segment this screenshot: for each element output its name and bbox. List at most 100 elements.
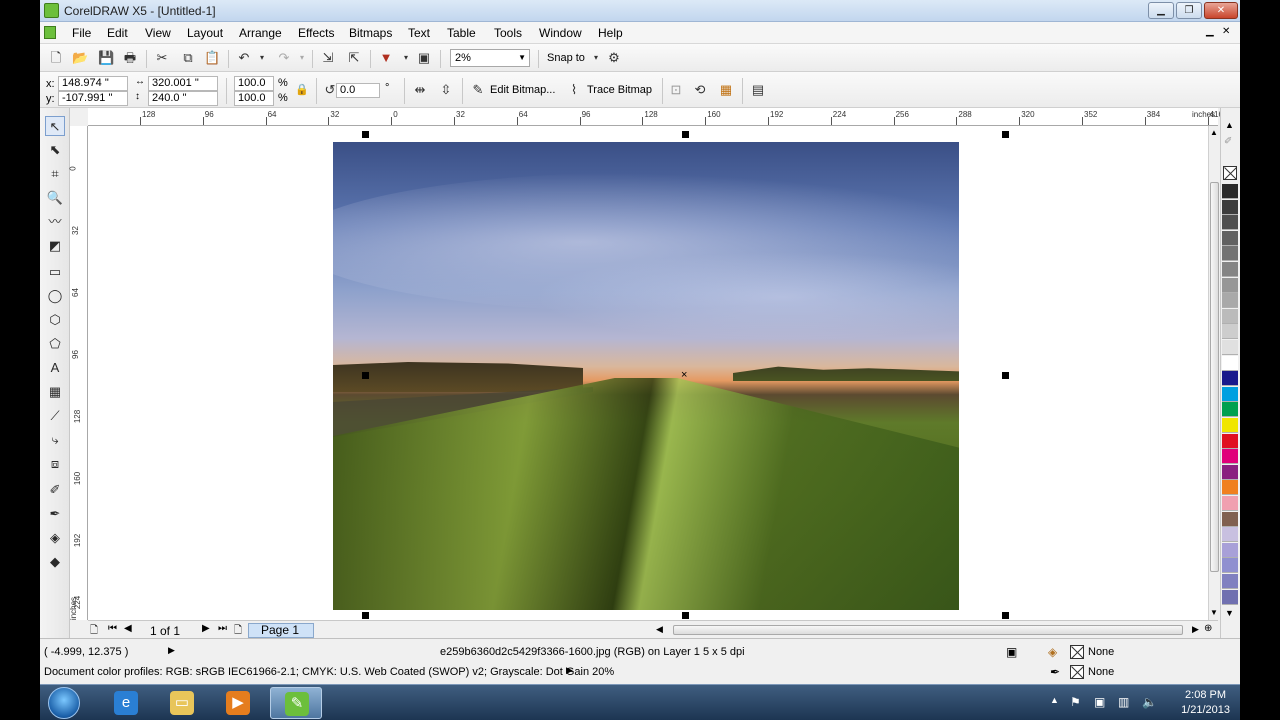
previous-page-icon[interactable]: ◀ <box>124 623 132 634</box>
horizontal-ruler[interactable]: 128 96 64 32 0 32 64 96 128 160 192 224 256 288 320 352… <box>88 108 1223 126</box>
outline-pen-tool-icon[interactable]: ✒ <box>45 504 65 524</box>
zoom-level-combo[interactable]: 2% ▼ <box>450 49 530 67</box>
color-profiles-info[interactable]: Document color profiles: RGB: sRGB IEC61… <box>44 666 614 678</box>
ellipse-tool-icon[interactable]: ◯ <box>45 286 65 306</box>
doc-close-icon[interactable]: ✕ <box>1222 26 1230 37</box>
selection-handle-left[interactable] <box>362 372 369 379</box>
mirror-vertical-icon[interactable]: ⇳ <box>438 82 454 98</box>
height-field[interactable]: 240.0 " <box>148 91 218 106</box>
scroll-right-icon[interactable]: ▶ <box>1192 624 1199 635</box>
width-field[interactable]: 320.001 " <box>148 76 218 91</box>
color-swatch[interactable] <box>1222 199 1238 215</box>
color-swatch[interactable] <box>1222 215 1238 231</box>
selection-handle-bottom[interactable] <box>682 612 689 619</box>
application-launcher-icon[interactable]: ▼ <box>378 50 394 66</box>
palette-scroll-up-icon[interactable]: ▲ <box>1225 120 1234 130</box>
rectangle-tool-icon[interactable]: ▭ <box>45 262 65 282</box>
color-swatch[interactable] <box>1222 308 1238 324</box>
print-icon[interactable]: 🖶 <box>122 50 138 66</box>
trace-bitmap-button[interactable]: Trace Bitmap <box>587 84 652 96</box>
open-folder-icon[interactable]: 📂 <box>72 50 88 66</box>
y-position-field[interactable]: -107.991 " <box>58 91 128 106</box>
horizontal-scrollbar-thumb[interactable] <box>673 625 1183 635</box>
vertical-scrollbar[interactable]: ▲ ▼ <box>1208 126 1220 620</box>
navigator-zoom-icon[interactable]: ⊕ <box>1204 623 1212 634</box>
new-document-icon[interactable]: 🗋 <box>48 50 64 66</box>
menu-table[interactable]: Table <box>447 26 476 40</box>
start-button[interactable] <box>48 687 80 719</box>
edit-bitmap-button[interactable]: Edit Bitmap... <box>490 84 555 96</box>
color-profiles-expand-icon[interactable]: ▶ <box>566 665 573 676</box>
crop-tool-icon[interactable]: ⌗ <box>45 164 65 184</box>
undo-dropdown-icon[interactable]: ▾ <box>254 50 270 66</box>
mirror-horizontal-icon[interactable]: ⇹ <box>412 82 428 98</box>
fill-none-swatch[interactable] <box>1070 645 1084 659</box>
color-swatch[interactable] <box>1222 527 1238 543</box>
color-swatch[interactable] <box>1222 574 1238 589</box>
save-icon[interactable]: 💾 <box>98 50 114 66</box>
color-swatch[interactable] <box>1222 418 1238 433</box>
blend-tool-icon[interactable]: ⧈ <box>45 454 65 474</box>
next-page-icon[interactable]: ▶ <box>202 623 210 634</box>
scale-width-field[interactable]: 100.0 <box>234 76 274 91</box>
resample-icon[interactable]: ⟲ <box>692 82 708 98</box>
rotation-center-icon[interactable]: × <box>681 370 687 381</box>
taskbar-internet-explorer[interactable]: e <box>100 687 152 719</box>
system-clock[interactable]: 2:08 PM 1/21/2013 <box>1181 688 1230 718</box>
import-icon[interactable]: ⇲ <box>320 50 336 66</box>
color-swatch[interactable] <box>1222 589 1238 605</box>
volume-icon[interactable]: 🔈 <box>1142 695 1157 709</box>
basic-shapes-tool-icon[interactable]: ⬠ <box>45 334 65 354</box>
menu-text[interactable]: Text <box>408 26 430 40</box>
snap-to-dropdown-icon[interactable]: ▾ <box>588 50 604 66</box>
selection-handle-right[interactable] <box>1002 372 1009 379</box>
shape-tool-icon[interactable]: ⬉ <box>45 140 65 160</box>
pick-tool-icon[interactable]: ↖ <box>45 116 65 136</box>
color-swatch[interactable] <box>1222 496 1238 511</box>
menu-help[interactable]: Help <box>598 26 623 40</box>
redo-dropdown-icon[interactable]: ▾ <box>294 50 310 66</box>
color-swatch[interactable] <box>1222 480 1238 496</box>
color-swatch[interactable] <box>1222 558 1238 574</box>
connector-tool-icon[interactable]: ⤷ <box>45 430 65 450</box>
snap-to-button[interactable]: Snap to <box>547 52 585 64</box>
launcher-dropdown-icon[interactable]: ▾ <box>398 50 414 66</box>
no-color-swatch[interactable] <box>1223 166 1237 180</box>
menu-arrange[interactable]: Arrange <box>239 26 282 40</box>
selection-handle-bottom-right[interactable] <box>1002 612 1009 619</box>
drawing-canvas[interactable]: × <box>88 126 1208 620</box>
color-swatch[interactable] <box>1222 184 1238 199</box>
taskbar-media-player[interactable]: ▶ <box>212 687 264 719</box>
tray-app-icon[interactable]: ▣ <box>1094 695 1105 709</box>
redo-icon[interactable]: ↷ <box>276 50 292 66</box>
dimension-tool-icon[interactable]: ⟋ <box>45 406 65 426</box>
selection-handle-bottom-left[interactable] <box>362 612 369 619</box>
fill-tool-icon[interactable]: ◈ <box>45 528 65 548</box>
taskbar-coreldraw[interactable]: ✎ <box>270 687 322 719</box>
scale-height-field[interactable]: 100.0 <box>234 91 274 106</box>
eyedropper-tool-icon[interactable]: ✐ <box>45 480 65 500</box>
bitmap-color-mask-icon[interactable]: ▦ <box>718 82 734 98</box>
color-swatch[interactable] <box>1222 433 1238 449</box>
outline-pen-icon[interactable]: ✒ <box>1050 665 1060 679</box>
color-swatch[interactable] <box>1222 402 1238 418</box>
coreldraw-app-icon[interactable] <box>44 3 59 18</box>
color-swatch[interactable] <box>1222 340 1238 355</box>
palette-scroll-down-icon[interactable]: ▼ <box>1225 608 1234 618</box>
lock-ratio-icon[interactable]: 🔒 <box>294 82 310 98</box>
doc-minimize-icon[interactable]: ▁ <box>1206 26 1214 37</box>
bitmap-image[interactable] <box>333 142 959 610</box>
export-icon[interactable]: ⇱ <box>346 50 362 66</box>
color-swatch[interactable] <box>1222 293 1238 309</box>
undo-icon[interactable]: ↶ <box>236 50 252 66</box>
cut-icon[interactable]: ✂ <box>154 50 170 66</box>
smart-fill-tool-icon[interactable]: ◩ <box>45 236 65 256</box>
selection-handle-top-right[interactable] <box>1002 131 1009 138</box>
color-swatch[interactable] <box>1222 371 1238 387</box>
selection-handle-top-left[interactable] <box>362 131 369 138</box>
color-swatch[interactable] <box>1222 277 1238 293</box>
color-swatch[interactable] <box>1222 511 1238 527</box>
first-page-icon[interactable]: ⏮ <box>108 623 117 634</box>
menu-window[interactable]: Window <box>539 26 582 40</box>
vertical-ruler[interactable]: 0 32 64 96 128 160 192 224 inches <box>69 126 88 620</box>
